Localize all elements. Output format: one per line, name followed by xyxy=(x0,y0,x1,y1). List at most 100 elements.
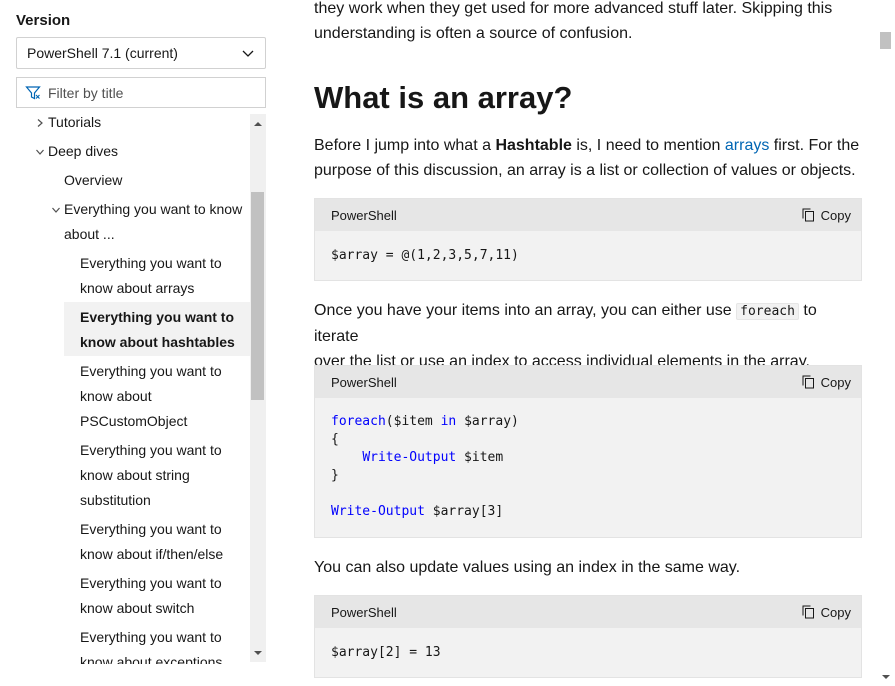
text-span: Once you have your items into an array, … xyxy=(314,302,737,319)
toc-item-label: Tutorials xyxy=(48,114,102,130)
keyword: Write-Output xyxy=(362,450,457,465)
toc-item-everything-group[interactable]: Everything you want to know about ... xyxy=(52,197,250,247)
intro-line: they work when they get used for more ad… xyxy=(314,0,833,17)
code-text: ($item xyxy=(385,414,441,429)
paragraph-what-is-array: Before I jump into what a Hashtable is, … xyxy=(314,133,862,183)
toc-item-label: Everything you want to xyxy=(80,442,222,458)
toc-item-label: substitution xyxy=(80,492,151,508)
code-line: Write-Output $array[3] xyxy=(331,503,845,521)
copy-icon xyxy=(802,605,814,619)
filter-input[interactable] xyxy=(48,84,257,101)
code-block: PowerShell Copy foreach($item in $array)… xyxy=(314,365,862,538)
toc-item-exceptions[interactable]: Everything you want to know about except… xyxy=(80,625,250,664)
toc-item-switch[interactable]: Everything you want to know about switch xyxy=(80,571,250,621)
text-line: purpose of this discussion, an array is … xyxy=(314,162,856,179)
code-line: foreach($item in $array) xyxy=(331,413,845,431)
toc-item-hashtables[interactable]: Everything you want to know about hashta… xyxy=(64,302,250,356)
text-span: is, I need to mention xyxy=(571,137,725,154)
section-heading: What is an array? xyxy=(314,80,573,115)
keyword: Write-Output xyxy=(331,504,425,519)
toc-item-label: know about xyxy=(80,388,152,404)
arrays-link[interactable]: arrays xyxy=(725,137,769,154)
toc-item-tutorials[interactable]: Tutorials xyxy=(37,112,102,135)
paragraph-update-values: You can also update values using an inde… xyxy=(314,559,741,576)
code-block: PowerShell Copy $array = @(1,2,3,5,7,11) xyxy=(314,198,862,281)
bold-text: Hashtable xyxy=(495,137,572,154)
filter-icon xyxy=(25,85,41,99)
code-language-label: PowerShell xyxy=(331,207,397,223)
code-language-label: PowerShell xyxy=(331,374,397,390)
version-select-value: PowerShell 7.1 (current) xyxy=(27,45,178,61)
text-span: Before I jump into what a xyxy=(314,137,496,154)
code-text: $item xyxy=(456,450,504,465)
toc-item-label: PSCustomObject xyxy=(80,413,188,429)
page-scrollbar-thumb[interactable] xyxy=(880,32,891,49)
toc-item-label: Overview xyxy=(64,172,123,188)
code-text: $array) xyxy=(456,414,519,429)
chevron-down-icon xyxy=(36,149,44,155)
code-content: $array[2] = 13 xyxy=(331,645,441,660)
triangle-down-icon xyxy=(882,675,890,679)
toc-item-label: Everything you want to xyxy=(80,309,235,325)
toc-item-label: know about switch xyxy=(80,600,195,616)
toc-sidebar: Version PowerShell 7.1 (current) Tutoria… xyxy=(0,0,280,686)
toc-scrollbar[interactable] xyxy=(250,114,266,662)
text-span: first. For the xyxy=(769,137,860,154)
toc-item-label: Deep dives xyxy=(48,143,119,159)
code-line: { xyxy=(331,432,339,447)
scroll-up-button[interactable] xyxy=(250,116,266,132)
code-line: } xyxy=(331,468,339,483)
copy-icon xyxy=(802,375,814,389)
code-block-header: PowerShell Copy xyxy=(315,596,861,628)
chevron-right-icon xyxy=(37,119,43,127)
toc-item-label: know about arrays xyxy=(80,280,195,296)
code-language-label: PowerShell xyxy=(331,604,397,620)
page-scrollbar[interactable] xyxy=(877,0,895,686)
intro-paragraph: they work when they get used for more ad… xyxy=(314,0,862,46)
code-line: Write-Output $item xyxy=(331,449,845,467)
toc-item-label: know about string xyxy=(80,467,190,483)
triangle-down-icon xyxy=(254,651,262,655)
code-content: $array = @(1,2,3,5,7,11) xyxy=(331,248,519,263)
toc-item-label: Everything you want to xyxy=(80,575,222,591)
toc-item-label: Everything you want to xyxy=(80,255,222,271)
toc-item-label: know about hashtables xyxy=(80,334,235,350)
toc-item-pscustomobject[interactable]: Everything you want to know about PSCust… xyxy=(80,359,250,434)
paragraph-foreach: Once you have your items into an array, … xyxy=(314,298,862,374)
keyword: foreach xyxy=(331,414,386,429)
toc-item-label: Everything you want to xyxy=(80,521,222,537)
code-block-header: PowerShell Copy xyxy=(315,199,861,231)
code-text: $array[3] xyxy=(424,504,504,519)
toc-item-label: Everything you want to xyxy=(80,363,222,379)
toc-item-label: know about exceptions xyxy=(80,654,223,664)
copy-label: Copy xyxy=(820,374,851,390)
toc-tree: Tutorials Deep dives Overview Everything… xyxy=(16,112,250,664)
chevron-down-icon xyxy=(242,50,254,57)
inline-code: foreach xyxy=(736,303,799,320)
code-content: foreach($item in $array){ Write-Output $… xyxy=(315,398,861,535)
keyword: in xyxy=(440,414,457,429)
toc-item-label: know about if/then/else xyxy=(80,546,224,562)
toc-item-deep-dives[interactable]: Deep dives xyxy=(36,139,119,164)
version-label: Version xyxy=(16,12,71,29)
code-block-header: PowerShell Copy xyxy=(315,366,861,398)
copy-button[interactable]: Copy xyxy=(801,208,851,223)
chevron-down-icon xyxy=(52,207,60,213)
copy-label: Copy xyxy=(820,604,851,620)
toc-scrollbar-thumb[interactable] xyxy=(251,192,264,400)
toc-item-if-then-else[interactable]: Everything you want to know about if/the… xyxy=(80,517,250,567)
toc-item-string-substitution[interactable]: Everything you want to know about string… xyxy=(80,438,250,513)
toc-item-label: Everything you want to xyxy=(80,629,222,645)
toc-item-label: about ... xyxy=(64,226,115,242)
toc-item-arrays[interactable]: Everything you want to know about arrays xyxy=(80,251,250,301)
page-scroll-down-button[interactable] xyxy=(881,672,891,682)
copy-button[interactable]: Copy xyxy=(801,605,851,620)
version-select[interactable]: PowerShell 7.1 (current) xyxy=(16,37,266,69)
toc-item-overview[interactable]: Overview xyxy=(64,168,122,193)
copy-icon xyxy=(802,208,814,222)
filter-box xyxy=(16,77,266,108)
scroll-down-button[interactable] xyxy=(250,645,266,661)
copy-label: Copy xyxy=(820,207,851,223)
copy-button[interactable]: Copy xyxy=(801,375,851,390)
